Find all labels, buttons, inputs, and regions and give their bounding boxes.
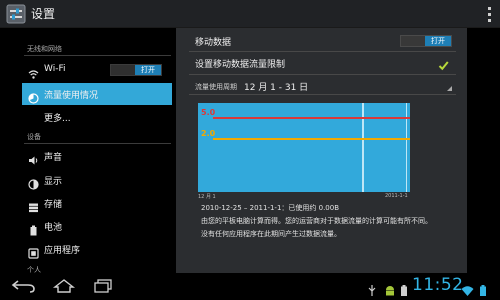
- battery-icon: [28, 221, 39, 236]
- data-usage-chart: 5.0 2.0: [198, 103, 410, 192]
- storage-icon: [28, 198, 39, 213]
- sidebar-item-label: 声音: [44, 153, 63, 163]
- limit-line[interactable]: [213, 117, 410, 119]
- dropdown-corner-icon[interactable]: [447, 86, 452, 91]
- usb-icon[interactable]: [368, 281, 376, 296]
- section-divider: [24, 143, 171, 144]
- sidebar-item-apps[interactable]: 应用程序: [22, 238, 172, 260]
- sidebar-item-label: 流量使用情况: [44, 91, 99, 101]
- battery-level-icon[interactable]: [478, 281, 488, 296]
- warning-line[interactable]: [213, 138, 410, 140]
- axis-end-label: 2011-1-1: [385, 193, 408, 199]
- mobile-data-toggle-on: 打开: [425, 36, 451, 46]
- sidebar-item-more[interactable]: 更多...: [22, 106, 172, 128]
- data-usage-pane: 移动数据 打开 设置移动数据流量限制 流量使用周期 12 月 1 - 31 日 …: [176, 28, 467, 273]
- speaker-icon: [28, 151, 39, 165]
- wifi-signal-icon[interactable]: [461, 281, 474, 296]
- recent-apps-icon[interactable]: [92, 278, 114, 294]
- usage-summary: 2010-12-25 – 2011-1-1：已使用约 0.00B: [201, 204, 340, 212]
- mobile-data-label: 移动数据: [195, 38, 232, 48]
- mobile-data-toggle[interactable]: 打开: [400, 35, 452, 47]
- back-icon[interactable]: [10, 278, 38, 294]
- usage-cycle-select[interactable]: 12 月 1 - 31 日: [244, 80, 308, 93]
- battery-status-icon[interactable]: [400, 281, 408, 296]
- axis-start-label: 12 月 1: [198, 194, 216, 200]
- android-debug-icon[interactable]: [384, 281, 396, 296]
- usage-cycle-label: 流量使用周期: [195, 83, 237, 91]
- action-bar: 设置: [0, 0, 500, 28]
- sidebar-item-label: 更多...: [44, 114, 71, 124]
- clock[interactable]: 11:52: [412, 275, 464, 295]
- sidebar-item-label: 显示: [44, 177, 63, 187]
- row-divider: [189, 51, 456, 52]
- overflow-menu-icon[interactable]: [484, 6, 494, 22]
- section-device: 设备: [27, 133, 41, 141]
- usage-note: 由您的平板电脑计算而得。您的运营商对于数据流量的计算可能有所不同。: [201, 217, 432, 225]
- no-traffic-note: 没有任何应用程序在此期间产生过数据流量。: [201, 230, 341, 238]
- sidebar-item-display[interactable]: 显示: [22, 169, 172, 191]
- sidebar-item-sound[interactable]: 声音: [22, 145, 172, 167]
- set-limit-checkbox[interactable]: [438, 56, 449, 71]
- row-divider: [189, 74, 456, 75]
- sidebar-item-data-usage[interactable]: 流量使用情况: [22, 83, 172, 105]
- warning-label: 2.0: [201, 129, 216, 138]
- apps-icon: [28, 244, 39, 259]
- page-title: 设置: [31, 7, 56, 21]
- wifi-toggle[interactable]: 打开: [110, 64, 162, 76]
- limit-label: 5.0: [201, 108, 216, 117]
- wifi-icon: [28, 65, 39, 79]
- home-icon[interactable]: [52, 278, 76, 294]
- brightness-icon: [28, 175, 39, 190]
- wifi-toggle-on: 打开: [135, 65, 161, 75]
- sidebar-item-label: Wi-Fi: [44, 64, 66, 74]
- sidebar-item-wifi[interactable]: Wi-Fi 打开: [22, 59, 172, 81]
- sidebar-item-battery[interactable]: 电池: [22, 215, 172, 237]
- sidebar-item-label: 电池: [44, 223, 63, 233]
- settings-sidebar: 无线和网络 Wi-Fi 打开 流量使用情况 更多... 设备 声音 显示 存储 …: [0, 28, 174, 274]
- system-bar: 11:52: [0, 273, 500, 300]
- data-usage-icon: [28, 89, 39, 104]
- settings-app-icon[interactable]: [6, 4, 26, 24]
- sidebar-item-label: 应用程序: [44, 246, 81, 256]
- section-divider: [24, 55, 171, 56]
- sidebar-item-label: 存储: [44, 200, 63, 210]
- section-wireless: 无线和网络: [27, 45, 62, 53]
- sidebar-item-storage[interactable]: 存储: [22, 192, 172, 214]
- set-limit-label: 设置移动数据流量限制: [195, 60, 286, 70]
- row-divider: [189, 94, 456, 95]
